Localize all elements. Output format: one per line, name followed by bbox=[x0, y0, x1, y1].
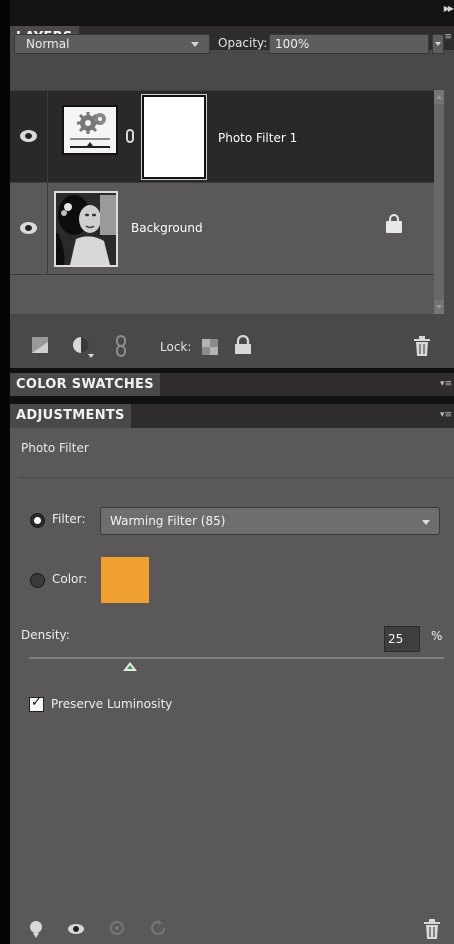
adjustment-layer-icon[interactable] bbox=[72, 336, 94, 361]
filter-value: Warming Filter (85) bbox=[110, 514, 226, 528]
trash-icon[interactable] bbox=[424, 919, 440, 942]
layer-name: Background bbox=[131, 221, 203, 235]
link-icon[interactable] bbox=[116, 335, 126, 360]
view-previous-icon[interactable] bbox=[109, 920, 125, 939]
layer-list: Photo Filter 1 Background bbox=[10, 90, 434, 314]
density-slider-thumb[interactable] bbox=[123, 662, 137, 671]
layers-scrollbar[interactable] bbox=[434, 90, 444, 314]
eye-icon[interactable] bbox=[20, 130, 37, 142]
layers-toolbar bbox=[10, 326, 454, 366]
panel-divider bbox=[10, 396, 454, 404]
panel-menu-icon[interactable]: ▾≡ bbox=[440, 379, 452, 389]
scroll-down-arrow-icon[interactable] bbox=[434, 300, 444, 314]
blend-mode-select[interactable]: Normal bbox=[14, 34, 210, 54]
filter-select[interactable]: Warming Filter (85) bbox=[100, 507, 440, 535]
visibility-icon[interactable] bbox=[68, 923, 84, 938]
checkmark-icon: ✓ bbox=[31, 695, 42, 710]
filter-label: Filter: bbox=[52, 512, 86, 526]
new-layer-icon[interactable] bbox=[32, 337, 48, 356]
density-input[interactable]: 25 bbox=[384, 626, 420, 652]
density-slider[interactable] bbox=[29, 657, 444, 659]
color-swatches-tab-row: COLOR SWATCHES ▾≡ bbox=[10, 373, 454, 397]
photo-thumbnail bbox=[54, 191, 118, 267]
lock-all-icon[interactable] bbox=[234, 334, 252, 358]
eye-icon[interactable] bbox=[20, 222, 37, 234]
lock-transparent-pixels-icon[interactable] bbox=[202, 339, 218, 358]
adjustment-title: Photo Filter bbox=[21, 441, 89, 455]
opacity-label: Opacity: bbox=[218, 36, 268, 50]
left-edge-strip bbox=[0, 0, 10, 944]
trash-icon[interactable] bbox=[414, 336, 430, 359]
color-swatch[interactable] bbox=[101, 557, 149, 603]
adjustment-thumbnail bbox=[62, 105, 118, 155]
preserve-luminosity-label: Preserve Luminosity bbox=[51, 697, 173, 711]
layer-mask-thumbnail[interactable] bbox=[141, 94, 207, 180]
reset-icon[interactable] bbox=[150, 920, 166, 939]
visibility-cell[interactable] bbox=[10, 91, 48, 182]
divider bbox=[18, 477, 454, 478]
adjustments-toolbar bbox=[10, 915, 454, 944]
adjustments-panel bbox=[10, 428, 454, 944]
lock-icon bbox=[386, 214, 402, 233]
opacity-dropdown-button[interactable] bbox=[432, 34, 444, 54]
adjustments-tab-row: ADJUSTMENTS ▾≡ bbox=[10, 404, 454, 428]
preserve-luminosity-checkbox[interactable]: ✓ bbox=[29, 695, 44, 712]
density-label: Density: bbox=[21, 628, 70, 642]
opacity-input[interactable]: 100% bbox=[269, 34, 429, 54]
density-value: 25 bbox=[388, 632, 404, 646]
chevron-down-icon bbox=[435, 42, 441, 46]
layer-name: Photo Filter 1 bbox=[218, 131, 298, 145]
chevron-down-icon bbox=[422, 520, 430, 525]
chevron-down-icon bbox=[191, 42, 199, 47]
filter-radio[interactable] bbox=[30, 513, 45, 528]
collapse-arrows-icon[interactable]: ▶▶ bbox=[444, 4, 454, 13]
clip-icon[interactable] bbox=[29, 920, 43, 941]
opacity-value: 100% bbox=[275, 37, 310, 51]
panel-top-bar: ▶▶ bbox=[10, 0, 454, 26]
scroll-up-arrow-icon[interactable] bbox=[434, 90, 444, 104]
adjustments-tab[interactable]: ADJUSTMENTS bbox=[10, 404, 131, 428]
color-radio[interactable] bbox=[30, 573, 45, 588]
blend-mode-value: Normal bbox=[26, 37, 70, 51]
color-swatches-tab[interactable]: COLOR SWATCHES bbox=[10, 373, 160, 397]
color-label: Color: bbox=[52, 572, 88, 586]
panel-menu-icon[interactable]: ▾≡ bbox=[440, 410, 452, 420]
layer-row-photo-filter[interactable]: Photo Filter 1 bbox=[10, 91, 434, 183]
lock-label: Lock: bbox=[160, 340, 192, 354]
visibility-cell[interactable] bbox=[10, 183, 48, 274]
density-unit: % bbox=[431, 629, 443, 643]
mask-link-icon[interactable] bbox=[126, 129, 134, 143]
layer-row-background[interactable]: Background bbox=[10, 183, 434, 275]
